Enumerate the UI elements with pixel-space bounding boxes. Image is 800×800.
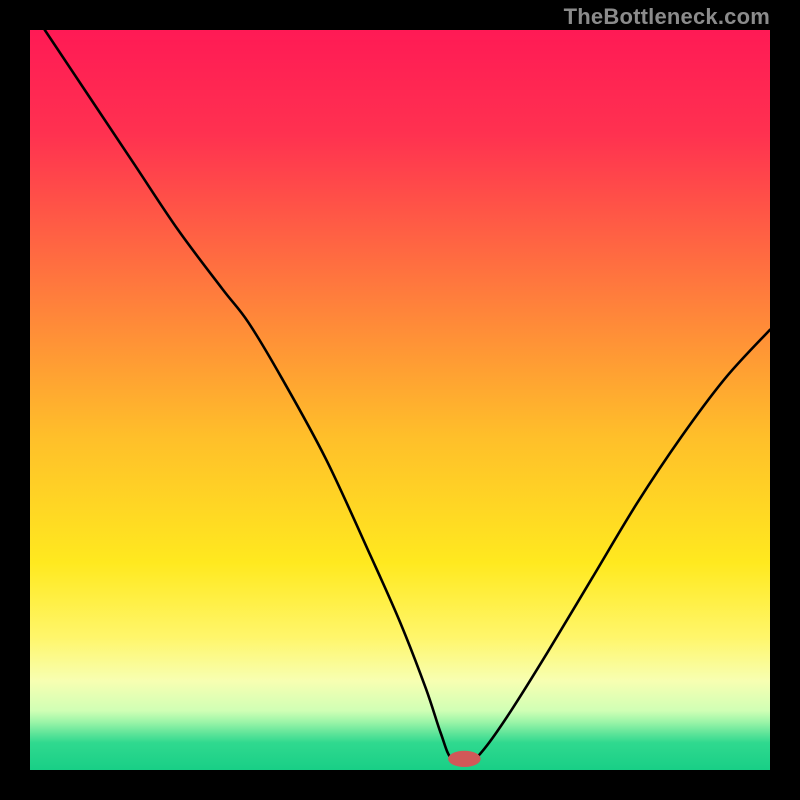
plot-area: [30, 30, 770, 770]
watermark-text: TheBottleneck.com: [564, 4, 770, 30]
heat-gradient: [30, 30, 770, 770]
chart-stage: TheBottleneck.com: [0, 0, 800, 800]
